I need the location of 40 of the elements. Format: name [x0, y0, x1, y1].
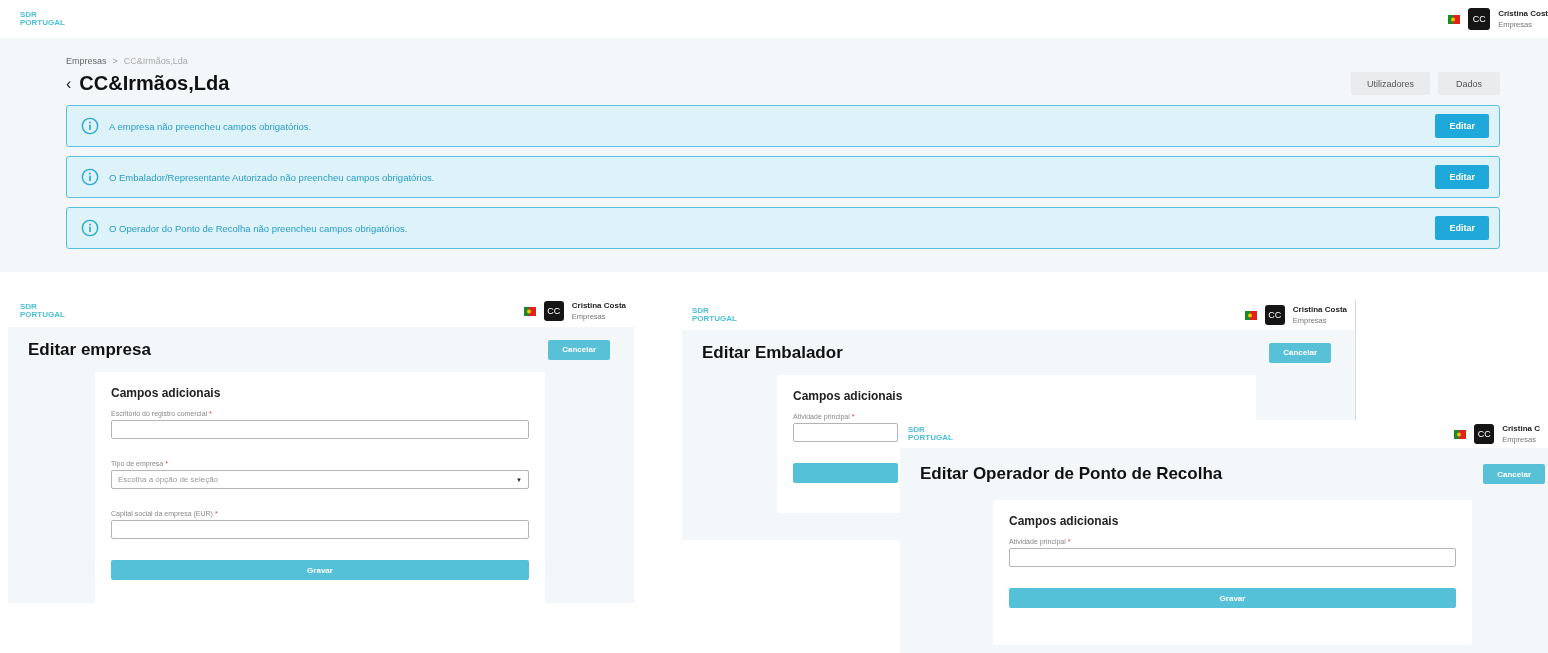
breadcrumb-item[interactable]: Empresas [66, 56, 107, 66]
section-title: Campos adicionais [793, 389, 904, 403]
page-title: Editar empresa [28, 339, 151, 360]
flag-icon[interactable] [1454, 429, 1467, 439]
section-title: Campos adicionais [1009, 514, 1120, 528]
logo: SDR PORTUGAL [692, 307, 737, 323]
logo: SDR PORTUGAL [20, 303, 65, 319]
avatar[interactable]: CC [1468, 8, 1491, 30]
user-name: Cristina C [1502, 424, 1540, 433]
flag-icon[interactable] [523, 306, 536, 316]
page-title: Editar Operador de Ponto de Recolha [920, 464, 1223, 484]
user-name: Cristina Costa [571, 301, 626, 310]
back-button[interactable]: ‹ [66, 74, 72, 93]
nav-button[interactable]: Dados [1438, 72, 1500, 95]
section-title: Campos adicionais [111, 386, 222, 400]
info-icon [81, 168, 99, 186]
select-placeholder: Escolha a opção de seleção [118, 475, 219, 484]
nav-button[interactable]: Utilizadores [1350, 72, 1430, 95]
logo: SDR PORTUGAL [20, 11, 65, 27]
alert-message: A empresa não preencheu campos obrigatórios. [109, 120, 313, 132]
page-title: Editar Embalador [702, 342, 843, 363]
text-field[interactable] [111, 520, 529, 539]
flag-icon[interactable] [1244, 310, 1257, 320]
user-name: Cristina Cost [1498, 9, 1548, 18]
info-icon [81, 219, 99, 237]
avatar[interactable]: CC [543, 301, 564, 321]
logo: SDR PORTUGAL [908, 426, 953, 442]
alert-message: O Embalador/Representante Autorizado não preencheu campos obrigatórios. [109, 171, 436, 183]
page-title: CC&Irmãos,Lda [79, 72, 230, 95]
alert-message: O Operador do Ponto de Recolha não preencheu campos obrigatórios. [109, 222, 409, 234]
text-field[interactable] [1009, 548, 1456, 567]
user-name: Cristina Costa [1292, 305, 1347, 314]
breadcrumb-item: CC&Irmãos,Lda [123, 56, 188, 66]
text-field[interactable] [793, 423, 898, 442]
avatar[interactable]: CC [1474, 424, 1495, 444]
avatar[interactable]: CC [1264, 305, 1285, 325]
text-field[interactable] [111, 420, 529, 439]
flag-icon[interactable] [1448, 14, 1461, 24]
info-icon [81, 117, 99, 135]
breadcrumb-separator: > [112, 56, 118, 66]
